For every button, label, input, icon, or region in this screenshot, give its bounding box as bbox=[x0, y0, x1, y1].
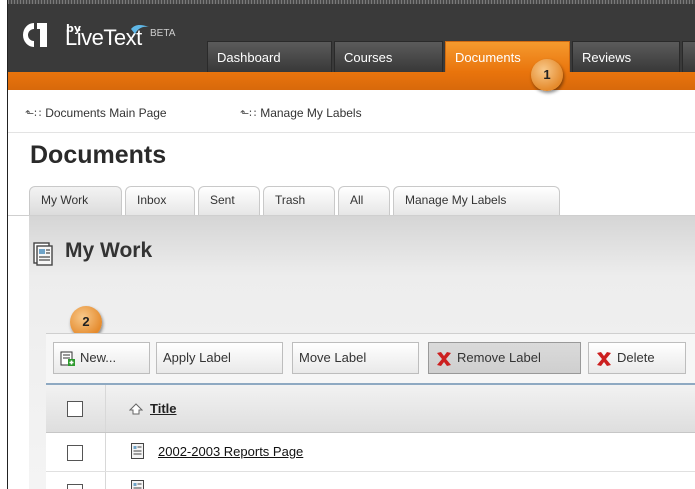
column-divider bbox=[105, 385, 106, 432]
column-header-title[interactable]: Title bbox=[150, 401, 177, 416]
tab-my-work[interactable]: My Work bbox=[29, 186, 122, 215]
tab-all[interactable]: All bbox=[338, 186, 390, 215]
nav-tab-dashboard[interactable]: Dashboard bbox=[207, 41, 332, 72]
breadcrumb-manage-labels[interactable]: ⬑∷ Manage My Labels bbox=[240, 106, 362, 120]
remove-label-button-label: Remove Label bbox=[457, 350, 541, 365]
tab-label: My Work bbox=[41, 193, 89, 207]
move-label-button-label: Move Label bbox=[299, 350, 367, 365]
section-title: My Work bbox=[65, 239, 153, 262]
tab-label: Manage My Labels bbox=[405, 193, 507, 207]
breadcrumb-label: Manage My Labels bbox=[260, 106, 362, 120]
move-label-button[interactable]: Move Label bbox=[292, 342, 419, 374]
tab-label: Inbox bbox=[137, 193, 167, 207]
nav-tab-courses[interactable]: Courses bbox=[334, 41, 443, 72]
new-button-label: New... bbox=[80, 350, 117, 365]
breadcrumb-label: Documents Main Page bbox=[45, 106, 167, 120]
nav-accent-strip bbox=[8, 72, 695, 90]
row-checkbox[interactable] bbox=[67, 445, 83, 461]
tab-manage-my-labels[interactable]: Manage My Labels bbox=[393, 186, 560, 215]
apply-label-button-label: Apply Label bbox=[163, 350, 231, 365]
header-stripe bbox=[8, 0, 695, 4]
document-icon bbox=[131, 443, 144, 459]
tab-label: Trash bbox=[275, 193, 306, 207]
column-divider bbox=[105, 472, 106, 489]
nav-tab-reviews[interactable]: Reviews bbox=[572, 41, 680, 72]
nav-tab-label: Dashboard bbox=[217, 50, 281, 65]
beta-badge: BETA bbox=[150, 28, 176, 39]
page-title: Documents bbox=[30, 141, 167, 169]
livetext-mark-icon bbox=[131, 24, 149, 34]
column-divider bbox=[105, 433, 106, 471]
row-checkbox[interactable] bbox=[67, 484, 83, 489]
up-arrow-icon: ⬑∷ bbox=[240, 108, 257, 120]
tab-label: All bbox=[350, 193, 364, 207]
table-row: 2002-2003 Reports Page bbox=[46, 433, 695, 472]
breadcrumb-documents-main[interactable]: ⬑∷ Documents Main Page bbox=[25, 106, 167, 120]
nav-tab-label: Documents bbox=[455, 50, 521, 65]
delete-x-icon bbox=[597, 351, 611, 366]
nav-tab-label: Reviews bbox=[582, 50, 632, 65]
divider bbox=[8, 132, 695, 133]
c1-logo-icon bbox=[23, 23, 47, 47]
apply-label-button[interactable]: Apply Label bbox=[156, 342, 283, 374]
delete-button-label: Delete bbox=[617, 350, 655, 365]
nav-tab-label: Courses bbox=[344, 50, 393, 65]
tab-inbox[interactable]: Inbox bbox=[125, 186, 195, 215]
nav-tab-overflow[interactable] bbox=[682, 41, 695, 72]
document-link[interactable]: 2002-2003 Reports Page bbox=[158, 444, 303, 459]
table-row bbox=[46, 472, 695, 489]
new-button[interactable]: New... bbox=[53, 342, 150, 374]
up-arrow-icon: ⬑∷ bbox=[25, 108, 42, 120]
tab-sent[interactable]: Sent bbox=[198, 186, 260, 215]
app-window: by LiveText BETA Dashboard Courses Docum… bbox=[7, 0, 695, 489]
document-list-icon bbox=[33, 242, 53, 266]
remove-label-button[interactable]: Remove Label bbox=[428, 342, 581, 374]
document-icon bbox=[131, 480, 144, 489]
new-document-icon bbox=[60, 351, 75, 366]
delete-button[interactable]: Delete bbox=[588, 342, 686, 374]
select-all-checkbox[interactable] bbox=[67, 401, 83, 417]
tab-trash[interactable]: Trash bbox=[263, 186, 335, 215]
remove-x-icon bbox=[437, 351, 451, 366]
callout-badge-1: 1 bbox=[531, 59, 563, 91]
sort-up-icon[interactable] bbox=[129, 403, 143, 415]
table-header: Title bbox=[46, 385, 695, 433]
tab-label: Sent bbox=[210, 193, 235, 207]
